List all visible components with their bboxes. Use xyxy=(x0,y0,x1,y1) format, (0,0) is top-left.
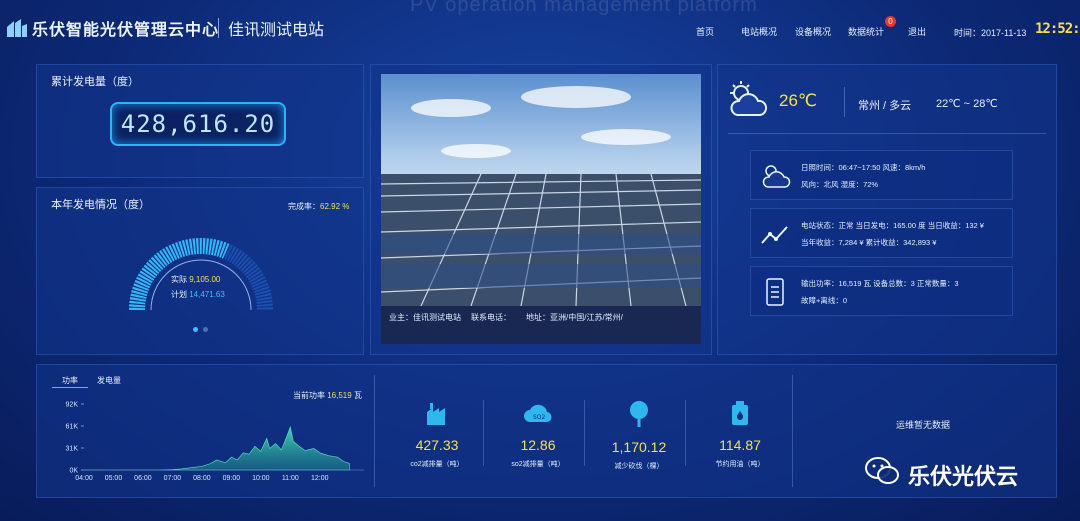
trend-chart-icon xyxy=(761,226,788,244)
completion-gauge xyxy=(129,238,273,311)
cumulative-counter: 428,616.20 xyxy=(110,102,286,146)
x-tick-label: 05:00 xyxy=(105,475,123,482)
svg-text:SO2: SO2 xyxy=(533,414,546,421)
so2-cloud-icon: SO2 xyxy=(524,404,552,423)
maintenance-status: 运维暂无数据 xyxy=(896,420,951,430)
nav-station-overview[interactable]: 电站概况 xyxy=(741,25,777,38)
building-logo-icon xyxy=(7,19,27,37)
y-tick-label: 61K xyxy=(66,424,79,431)
device-line-2: 故障+离线：0 xyxy=(801,296,848,305)
cloud-sun-icon xyxy=(730,81,768,116)
temp-range: 22℃ ~ 28℃ xyxy=(936,98,998,110)
divider xyxy=(483,400,484,466)
x-tick-label: 09:00 xyxy=(223,475,241,482)
title-divider xyxy=(218,18,219,38)
y-tick-label: 0K xyxy=(69,468,78,475)
nav-statistics[interactable]: 数据统计 xyxy=(848,25,884,38)
weather-detail-card: 日照时间：06:47~17:50 风速：8km/h 风向：北风 湿度：72% xyxy=(750,150,1013,200)
status-line-1: 电站状态：正常 当日发电：165.00 度 当日收益：132 ¥ xyxy=(801,221,984,230)
oil-can-icon xyxy=(732,401,748,425)
device-card: 输出功率：16,519 瓦 设备总数：3 正常数量：3 故障+离线：0 xyxy=(750,266,1013,316)
tab-generation[interactable]: 发电量 xyxy=(97,375,121,386)
divider xyxy=(792,375,793,487)
power-area-series xyxy=(84,425,350,471)
cumulative-title: 累计发电量（度） xyxy=(51,76,139,88)
factory-icon xyxy=(427,403,445,425)
clock: 12:52:15 xyxy=(1035,21,1080,37)
plan-value: 计划 14,471.63 xyxy=(171,290,225,299)
weather-rule xyxy=(728,133,1046,134)
tab-power[interactable]: 功率 xyxy=(62,375,78,386)
header-watermark: PV operation management platform xyxy=(410,0,758,16)
stat-trees: 1,170.12 减少砍伐（棵） xyxy=(594,400,684,471)
wechat-icon xyxy=(865,457,899,484)
x-tick-label: 12:00 xyxy=(311,475,329,482)
power-area-chart: 92K 61K 31K 0K 04:00 05:00 06:00 07:00 08:00 09:… xyxy=(66,402,364,482)
x-tick-label: 07:00 xyxy=(164,475,182,482)
carousel-dot-active[interactable] xyxy=(193,327,198,332)
station-photo xyxy=(381,74,701,306)
contact-text: 联系电话： xyxy=(471,313,511,322)
device-line-1: 输出功率：16,519 瓦 设备总数：3 正常数量：3 xyxy=(801,279,959,288)
divider xyxy=(374,375,375,487)
nav-home[interactable]: 首页 xyxy=(696,25,714,38)
divider xyxy=(685,400,686,466)
owner-text: 业主：佳讯测试电站 xyxy=(389,313,461,322)
x-tick-label: 06:00 xyxy=(134,475,152,482)
notification-badge: 0 xyxy=(885,16,896,27)
station-info-bar: 业主：佳讯测试电站 联系电话： 地址：亚洲/中国/江苏/常州/ xyxy=(381,306,701,344)
y-tick-label: 92K xyxy=(66,402,79,409)
city-weather: 常州 / 多云 xyxy=(858,100,912,112)
yearly-panel: 本年发电情况（度） 完成率：62.92 % 实际 9,105.00 计划 14,… xyxy=(36,187,364,355)
divider xyxy=(584,400,585,466)
actual-value: 实际 9,105.00 xyxy=(171,275,221,284)
cloud-sun-icon xyxy=(762,165,791,188)
x-tick-label: 10:00 xyxy=(252,475,270,482)
x-tick-label: 11:00 xyxy=(282,475,299,482)
y-tick-label: 31K xyxy=(66,446,79,453)
current-temp: 26℃ xyxy=(779,91,818,110)
weather-line-2: 风向：北风 湿度：72% xyxy=(801,180,879,189)
nav-logout[interactable]: 退出 xyxy=(908,25,926,38)
stat-so2: SO2 12.86 so2减排量（吨） xyxy=(493,400,583,469)
carousel-dot[interactable] xyxy=(203,327,208,332)
top-bar: PV operation management platform 乐伏智能光伏管… xyxy=(0,0,1080,58)
tree-icon xyxy=(630,401,648,427)
status-line-2: 当年收益：7,284 ¥ 累计收益：342,893 ¥ xyxy=(801,238,937,247)
nav-device-overview[interactable]: 设备概况 xyxy=(795,25,831,38)
x-tick-label: 08:00 xyxy=(193,475,211,482)
station-name: 佳讯测试电站 xyxy=(228,22,325,39)
completion-rate: 完成率：62.92 % xyxy=(288,202,350,211)
weather-divider xyxy=(844,87,845,117)
brand-title: 乐伏智能光伏管理云中心 xyxy=(32,22,220,39)
wechat-account-name: 乐伏光伏云 xyxy=(908,464,1019,489)
date-label: 时间：2017-11-13 xyxy=(954,28,1027,38)
document-icon xyxy=(766,278,784,306)
yearly-title: 本年发电情况（度） xyxy=(51,199,150,211)
weather-line-1: 日照时间：06:47~17:50 风速：8km/h xyxy=(801,163,926,172)
stat-co2: 427.33 co2减排量（吨） xyxy=(392,400,482,469)
x-tick-label: 04:00 xyxy=(75,475,93,482)
station-status-card: 电站状态：正常 当日发电：165.00 度 当日收益：132 ¥ 当年收益：7,… xyxy=(750,208,1013,258)
stat-oil: 114.87 节约用油（吨） xyxy=(695,400,785,469)
address-text: 地址：亚洲/中国/江苏/常州/ xyxy=(526,313,623,322)
tab-power-underline xyxy=(52,387,88,388)
